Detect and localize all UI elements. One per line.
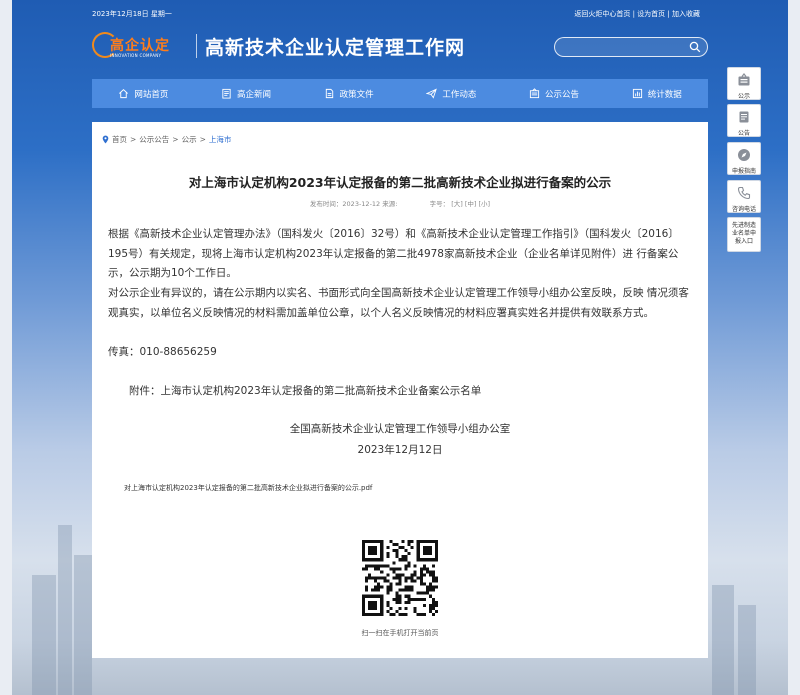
nav-item-home[interactable]: 网站首页 <box>92 79 195 108</box>
font-size-controls: [大] [中] [小] <box>451 200 490 208</box>
signature-date: 2023年12月12日 <box>357 444 443 456</box>
back-to-torch-center-link[interactable]: 返回火炬中心首页 <box>574 10 630 18</box>
nav-label: 高企新闻 <box>237 89 272 100</box>
source-label: 来源: <box>382 200 398 208</box>
font-size-small[interactable]: [小] <box>479 200 491 208</box>
logo-divider <box>196 34 197 58</box>
top-links: 返回火炬中心首页 | 设为首页 | 加入收藏 <box>574 10 700 18</box>
nav-label: 工作动态 <box>442 89 477 100</box>
nav-label: 网站首页 <box>134 89 169 100</box>
fax-number: 传真：010-88656259 <box>108 346 217 358</box>
search-icon[interactable] <box>689 41 701 53</box>
nav-item-work-updates[interactable]: 工作动态 <box>400 79 503 108</box>
nav-item-policy[interactable]: 政策文件 <box>297 79 400 108</box>
set-homepage-link[interactable]: 设为首页 <box>637 10 665 18</box>
notice-board-icon <box>738 73 750 86</box>
font-size-label: 字号： <box>429 200 450 208</box>
nav-item-statistics[interactable]: 统计数据 <box>605 79 708 108</box>
document-icon <box>325 88 333 99</box>
news-icon <box>222 88 231 99</box>
manufacturing-entry-label: 先进制造业名单申报入口 <box>731 222 756 245</box>
breadcrumb-home[interactable]: 首页 <box>112 134 127 145</box>
add-favorite-link[interactable]: 加入收藏 <box>672 10 700 18</box>
home-icon <box>119 89 129 99</box>
side-guide-button[interactable]: 申报指南 <box>727 142 761 175</box>
main-nav: 网站首页 高企新闻 政策文件 工作动态 公示公告 统计数据 <box>92 79 708 108</box>
compass-icon <box>738 149 750 161</box>
article-meta: 发布时间：2023-12-12 来源: 字号： [大] [中] [小] <box>309 200 491 208</box>
nav-label: 公示公告 <box>545 89 580 100</box>
breadcrumb: 首页 > 公示公告 > 公示 > 上海市 <box>102 134 231 145</box>
nav-label: 统计数据 <box>647 89 682 100</box>
attachment-note: 附件：上海市认定机构2023年认定报备的第二批高新技术企业备案公示名单 <box>129 385 482 397</box>
side-phone-button[interactable]: 咨询电话 <box>727 180 761 213</box>
breadcrumb-current[interactable]: 上海市 <box>209 134 232 145</box>
phone-icon <box>737 186 751 200</box>
side-publicity-button[interactable]: 公示 <box>727 67 761 100</box>
publish-date: 2023-12-12 <box>342 200 381 208</box>
notice-icon <box>529 88 540 99</box>
top-bar: 2023年12月18日 星期一 返回火炬中心首页 | 设为首页 | 加入收藏 <box>92 9 700 21</box>
font-size-medium[interactable]: [中] <box>465 200 477 208</box>
site-title: 高新技术企业认定管理工作网 <box>205 37 466 59</box>
side-manufacturing-entry-button[interactable]: 先进制造业名单申报入口 <box>727 217 761 252</box>
breadcrumb-publicity[interactable]: 公示 <box>182 134 197 145</box>
nav-label: 政策文件 <box>339 89 374 100</box>
article-title: 对上海市认定机构2023年认定报备的第二批高新技术企业拟进行备案的公示 <box>188 175 612 190</box>
site-logo[interactable]: 高企认定 INNOVATION COMPANY <box>92 30 192 62</box>
paper-plane-icon <box>426 88 438 99</box>
font-size-large[interactable]: [大] <box>451 200 463 208</box>
qr-code <box>362 540 438 616</box>
qr-caption: 扫一扫在手机打开当前页 <box>361 629 439 637</box>
side-announcement-button[interactable]: 公告 <box>727 104 761 137</box>
logo-text: 高企认定 <box>110 38 170 54</box>
search-box <box>554 37 708 57</box>
signature-organization: 全国高新技术企业认定管理工作领导小组办公室 <box>289 423 511 435</box>
pdf-attachment-link[interactable]: 对上海市认定机构2023年认定报备的第二批高新技术企业拟进行备案的公示.pdf <box>124 483 372 493</box>
logo-subtext: INNOVATION COMPANY <box>110 53 162 58</box>
article-paragraph-1: 根据《高新技术企业认定管理办法》（国科发火〔2016〕32号）和《高新技术企业认… <box>108 228 679 279</box>
announcement-icon <box>739 111 749 123</box>
nav-item-news[interactable]: 高企新闻 <box>195 79 298 108</box>
location-pin-icon <box>102 135 109 144</box>
article-paragraph-2: 对公示企业有异议的，请在公示期内以实名、书面形式向全国高新技术企业认定管理工作领… <box>108 287 689 319</box>
search-input[interactable] <box>563 41 683 53</box>
current-date: 2023年12月18日 星期一 <box>92 10 172 18</box>
chart-icon <box>632 88 642 99</box>
article-panel: 首页 > 公示公告 > 公示 > 上海市 对上海市认定机构2023年认定报备的第… <box>92 122 708 658</box>
breadcrumb-announcements[interactable]: 公示公告 <box>139 134 169 145</box>
nav-item-announcements[interactable]: 公示公告 <box>503 79 606 108</box>
